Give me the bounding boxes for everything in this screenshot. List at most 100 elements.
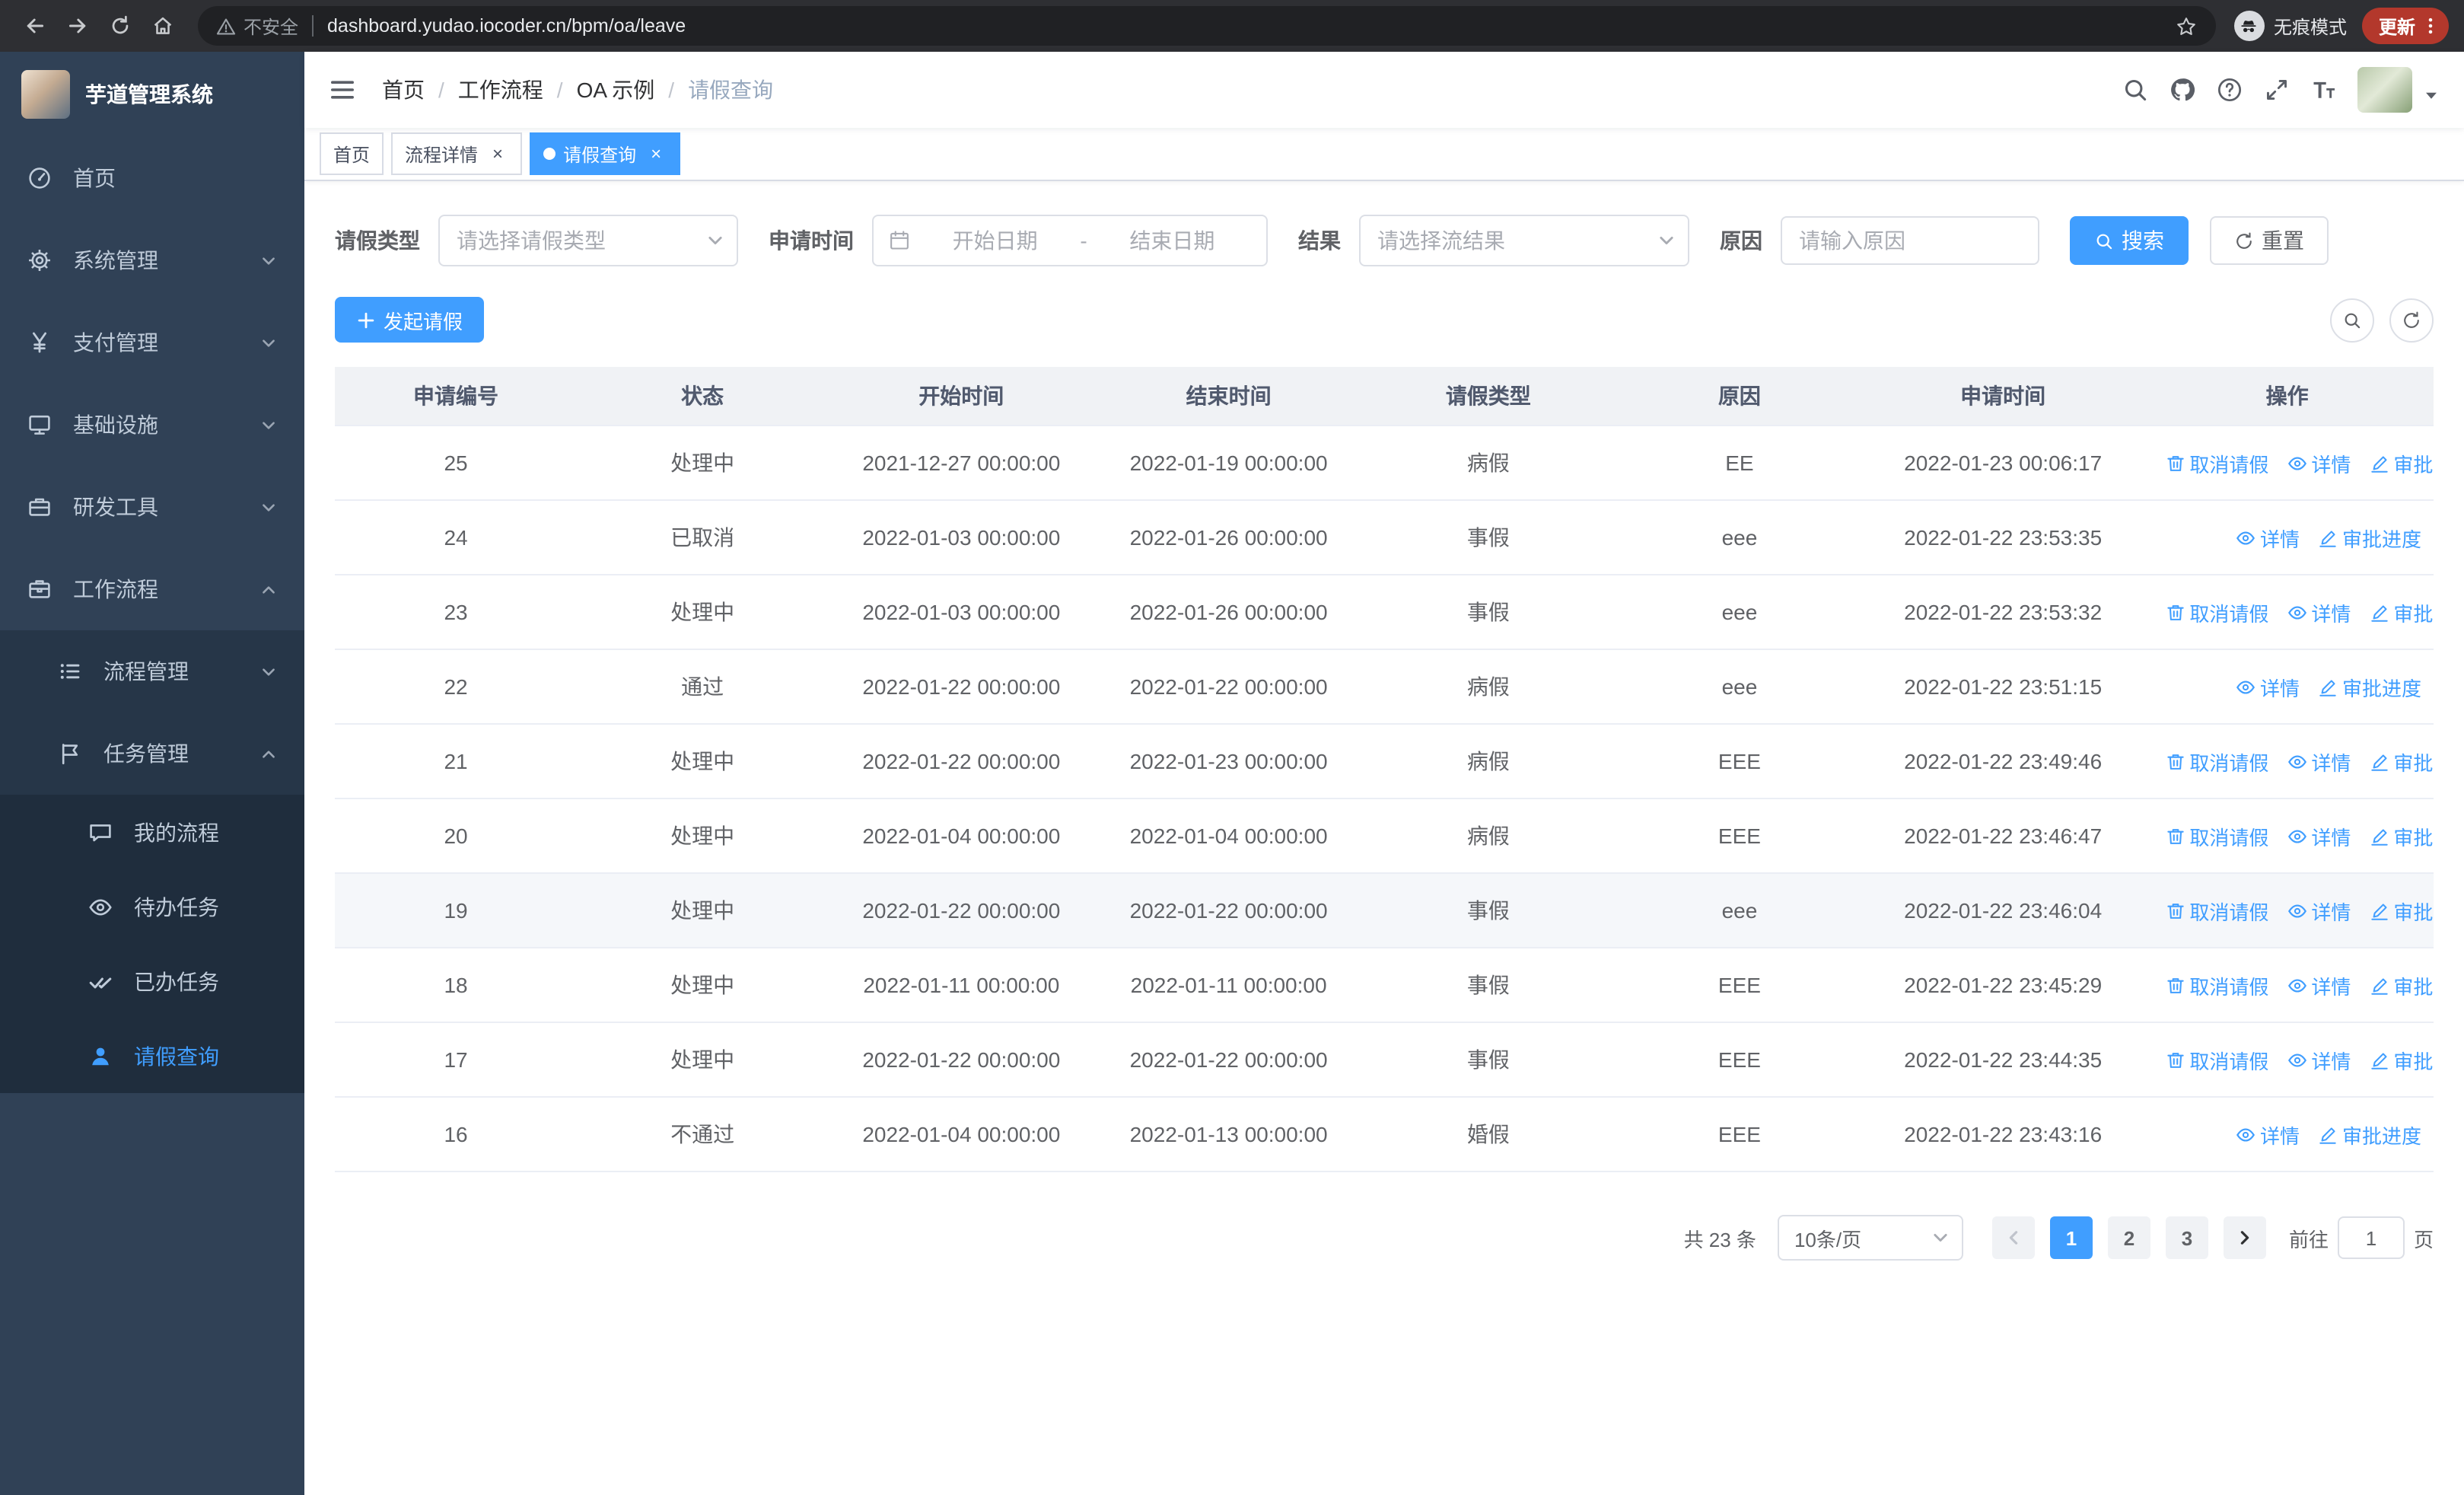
progress-link[interactable]: 审批进度 [2369,896,2434,925]
address-bar[interactable]: 不安全 dashboard.yudao.iocoder.cn/bpm/oa/le… [198,6,2216,46]
cancel-leave-link[interactable]: 取消请假 [2165,448,2268,477]
prev-page-button[interactable] [1991,1216,2035,1259]
sidebar-item-done-tasks[interactable]: 已办任务 [0,944,304,1018]
breadcrumb-item[interactable]: OA 示例 [577,75,655,105]
update-button[interactable]: 更新 [2361,8,2449,44]
tab-leave-query[interactable]: 请假查询 × [530,132,681,175]
cell-type: 事假 [1362,873,1614,948]
sidebar-item-workflow[interactable]: 工作流程 [0,548,304,630]
progress-link[interactable]: 审批进度 [2318,1120,2421,1149]
cancel-leave-link[interactable]: 取消请假 [2165,598,2268,626]
start-date-input[interactable] [916,227,1074,254]
cell-actions: 详情 审批进度 [2141,1097,2434,1172]
reason-input[interactable] [1781,216,2039,265]
leave-type-select[interactable]: 请选择请假类型 [438,215,738,266]
goto-page-input[interactable] [2337,1216,2405,1259]
chevron-down-icon [706,231,724,250]
sidebar-item-leave-query[interactable]: 请假查询 [0,1018,304,1093]
create-leave-button[interactable]: 发起请假 [335,297,485,343]
cancel-leave-link[interactable]: 取消请假 [2165,971,2268,999]
progress-link[interactable]: 审批进度 [2318,672,2421,701]
search-button[interactable]: 搜索 [2070,216,2189,265]
chevron-down-icon [260,252,277,269]
tab-process-detail[interactable]: 流程详情 × [391,132,523,175]
page-3-button[interactable]: 3 [2165,1216,2208,1259]
security-label[interactable]: 不安全 [244,13,298,39]
sidebar-item-infrastructure[interactable]: 基础设施 [0,384,304,466]
sidebar-item-payment[interactable]: 支付管理 [0,301,304,384]
reload-button[interactable] [100,6,140,46]
progress-link[interactable]: 审批进度 [2318,523,2421,552]
detail-link[interactable]: 详情 [2287,896,2351,925]
cell-end: 2022-01-04 00:00:00 [1094,799,1363,874]
progress-link[interactable]: 审批进度 [2369,821,2434,850]
cancel-leave-link[interactable]: 取消请假 [2165,896,2268,925]
home-button[interactable] [143,6,183,46]
detail-link[interactable]: 详情 [2236,1120,2300,1149]
cancel-leave-link[interactable]: 取消请假 [2165,747,2268,776]
url-text[interactable]: dashboard.yudao.iocoder.cn/bpm/oa/leave [327,15,2175,37]
detail-link[interactable]: 详情 [2287,821,2351,850]
page-2-button[interactable]: 2 [2107,1216,2150,1259]
detail-link[interactable]: 详情 [2287,448,2351,477]
close-tab-icon[interactable]: × [487,143,508,164]
help-icon[interactable] [2216,76,2243,104]
page-size-select[interactable]: 10条/页 [1777,1215,1963,1261]
sidebar-item-process-management[interactable]: 流程管理 [0,630,304,712]
end-date-input[interactable] [1093,227,1252,254]
chevron-down-icon [260,499,277,515]
sidebar-item-home[interactable]: 首页 [0,137,304,219]
tab-home[interactable]: 首页 [320,132,384,175]
forward-button[interactable] [58,6,97,46]
user-avatar[interactable] [2357,67,2412,113]
detail-link[interactable]: 详情 [2287,747,2351,776]
back-icon [23,14,47,38]
refresh-button[interactable] [2389,298,2434,342]
progress-link[interactable]: 审批进度 [2369,1045,2434,1074]
github-icon[interactable] [2169,76,2196,104]
sidebar-item-my-process[interactable]: 我的流程 [0,795,304,869]
fullscreen-icon[interactable] [2263,76,2291,104]
trash-icon [2165,975,2185,995]
toggle-search-button[interactable] [2330,298,2374,342]
detail-link[interactable]: 详情 [2287,1045,2351,1074]
detail-link[interactable]: 详情 [2287,598,2351,626]
apply-time-range-picker[interactable]: - [872,215,1268,266]
detail-link[interactable]: 详情 [2236,672,2300,701]
breadcrumb-item[interactable]: 工作流程 [458,75,543,105]
security-warning-icon[interactable] [216,16,236,36]
font-size-icon[interactable] [2310,76,2338,104]
sidebar-item-system[interactable]: 系统管理 [0,219,304,301]
cell-end: 2022-01-11 00:00:00 [1094,948,1363,1023]
progress-link[interactable]: 审批进度 [2369,598,2434,626]
hamburger-icon[interactable] [327,75,358,105]
table-row: 25 处理中 2021-12-27 00:00:00 2022-01-19 00:00… [335,426,2434,501]
browser-menu-icon[interactable] [2420,15,2441,37]
progress-link[interactable]: 审批进度 [2369,747,2434,776]
cancel-leave-link[interactable]: 取消请假 [2165,821,2268,850]
bookmark-star-icon[interactable] [2175,14,2198,37]
column-type: 请假类型 [1362,367,1614,426]
progress-link[interactable]: 审批进度 [2369,448,2434,477]
refresh-icon [2402,310,2421,330]
sidebar-item-todo-tasks[interactable]: 待办任务 [0,869,304,944]
caret-down-icon[interactable] [2423,87,2440,104]
detail-link[interactable]: 详情 [2287,971,2351,999]
cell-end: 2022-01-13 00:00:00 [1094,1097,1363,1172]
sidebar-item-task-management[interactable]: 任务管理 [0,712,304,795]
progress-link[interactable]: 审批进度 [2369,971,2434,999]
next-page-button[interactable] [2223,1216,2266,1259]
app-logo[interactable]: 芋道管理系统 [0,52,304,137]
search-icon[interactable] [2122,76,2149,104]
apply-time-filter: 申请时间 - [769,215,1268,266]
detail-link[interactable]: 详情 [2236,523,2300,552]
close-tab-icon[interactable]: × [645,143,667,164]
cancel-leave-link[interactable]: 取消请假 [2165,1045,2268,1074]
reset-button[interactable]: 重置 [2210,216,2329,265]
calendar-icon [889,230,910,251]
sidebar-item-dev-tools[interactable]: 研发工具 [0,466,304,548]
page-1-button[interactable]: 1 [2049,1216,2093,1259]
breadcrumb-item[interactable]: 首页 [382,75,425,105]
back-button[interactable] [15,6,55,46]
result-select[interactable]: 请选择流结果 [1359,215,1689,266]
